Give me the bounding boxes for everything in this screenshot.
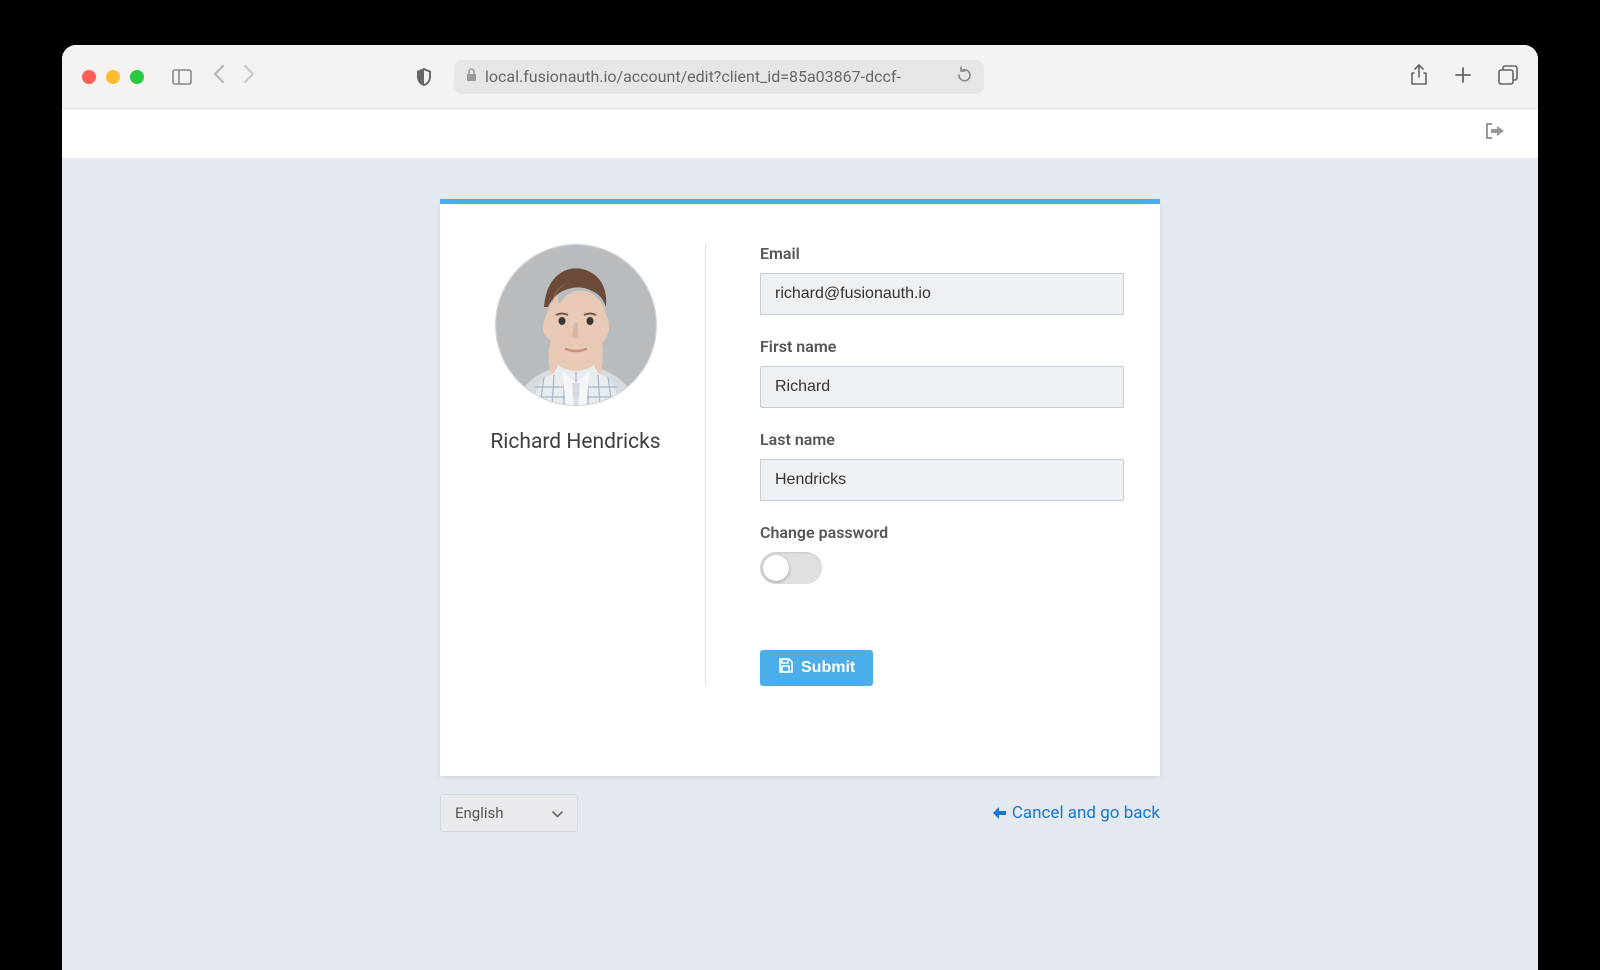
sidebar-toggle-button[interactable] (172, 69, 192, 85)
last-name-group: Last name (760, 430, 1124, 501)
browser-right-controls (1410, 64, 1518, 90)
profile-edit-card: Richard Hendricks Email First name (440, 199, 1160, 776)
new-tab-button[interactable] (1454, 66, 1472, 88)
forward-button[interactable] (243, 64, 256, 89)
window-controls (82, 70, 144, 84)
form-column: Email First name Last name (706, 244, 1124, 686)
tab-overview-button[interactable] (1498, 65, 1518, 89)
first-name-field[interactable] (760, 366, 1124, 408)
maximize-window-button[interactable] (130, 70, 144, 84)
chevron-down-icon (552, 804, 563, 822)
language-selector[interactable]: English (440, 794, 578, 832)
language-value: English (455, 804, 504, 822)
email-group: Email (760, 244, 1124, 315)
last-name-field[interactable] (760, 459, 1124, 501)
email-field[interactable] (760, 273, 1124, 315)
last-name-label: Last name (760, 430, 1124, 449)
content-area: Richard Hendricks Email First name (62, 159, 1538, 970)
change-password-label: Change password (760, 523, 1124, 542)
avatar (495, 244, 657, 406)
submit-label: Submit (801, 659, 855, 677)
minimize-window-button[interactable] (106, 70, 120, 84)
toggle-knob (763, 555, 789, 581)
change-password-toggle[interactable] (760, 552, 822, 584)
privacy-report-button[interactable] (416, 67, 432, 87)
email-label: Email (760, 244, 1124, 263)
first-name-label: First name (760, 337, 1124, 356)
browser-toolbar: local.fusionauth.io/account/edit?client_… (62, 45, 1538, 109)
profile-display-name: Richard Hendricks (490, 430, 660, 454)
back-button[interactable] (212, 64, 225, 89)
url-text: local.fusionauth.io/account/edit?client_… (485, 67, 901, 86)
app-header (62, 109, 1538, 159)
navigation-arrows (212, 64, 256, 89)
save-icon (778, 658, 793, 678)
cancel-label: Cancel and go back (1012, 803, 1160, 823)
lock-icon (466, 68, 477, 86)
change-password-group: Change password (760, 523, 1124, 584)
cancel-link[interactable]: Cancel and go back (993, 803, 1160, 823)
submit-button[interactable]: Submit (760, 650, 873, 686)
profile-column: Richard Hendricks (476, 244, 706, 686)
reload-icon[interactable] (957, 66, 972, 87)
browser-window: local.fusionauth.io/account/edit?client_… (62, 45, 1538, 970)
arrow-left-icon (993, 804, 1006, 823)
bottom-bar: English Cancel and go back (440, 794, 1160, 832)
logout-button[interactable] (1486, 123, 1504, 144)
close-window-button[interactable] (82, 70, 96, 84)
first-name-group: First name (760, 337, 1124, 408)
share-button[interactable] (1410, 64, 1428, 90)
address-bar[interactable]: local.fusionauth.io/account/edit?client_… (454, 60, 984, 94)
